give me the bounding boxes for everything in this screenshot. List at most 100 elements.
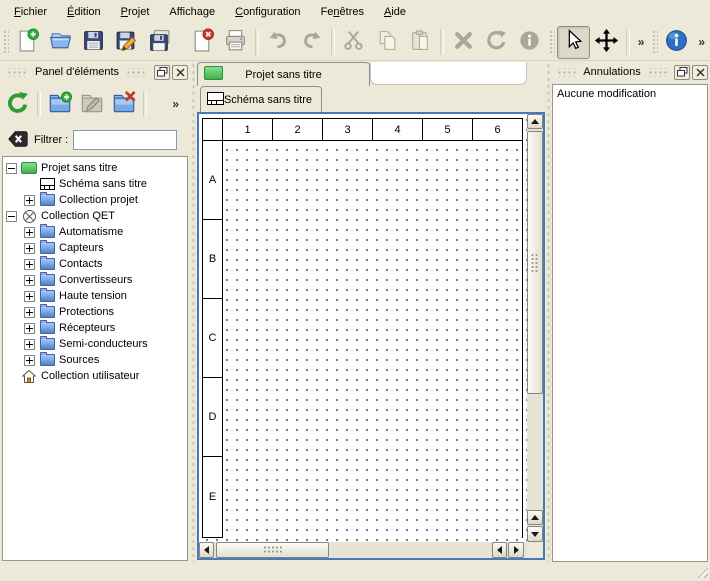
float-button[interactable] (154, 65, 170, 80)
expand-icon[interactable] (24, 243, 35, 254)
float-button[interactable] (674, 65, 690, 80)
scroll-down-button[interactable] (527, 526, 543, 542)
frame-corner-cell (202, 118, 223, 141)
project-tab[interactable]: Projet sans titre (197, 62, 370, 86)
expand-icon[interactable] (24, 227, 35, 238)
project-icon (204, 66, 223, 83)
info-button[interactable] (513, 26, 546, 59)
toolbar-overflow-button[interactable]: » (633, 35, 650, 49)
menu-edition[interactable]: Édition (57, 2, 111, 22)
tree-item-projet-sans-titre[interactable]: Projet sans titre (3, 160, 187, 176)
tree-item-haute-tension[interactable]: Haute tension (3, 288, 187, 304)
right-splitter[interactable] (545, 62, 551, 562)
new-category-button[interactable] (44, 88, 76, 120)
move-tool-button[interactable] (590, 26, 623, 59)
close-panel-button[interactable] (172, 65, 188, 80)
expand-icon[interactable] (24, 291, 35, 302)
about-button[interactable] (660, 26, 693, 59)
menu-configuration[interactable]: Configuration (225, 2, 310, 22)
expand-icon[interactable] (24, 355, 35, 366)
toolbar-grip[interactable] (548, 29, 555, 55)
delete-category-icon (111, 90, 137, 119)
delete-button[interactable] (447, 26, 480, 59)
close-panel-button[interactable] (692, 65, 708, 80)
resize-grip[interactable] (695, 565, 708, 578)
save-icon (81, 28, 106, 56)
print-button[interactable] (219, 26, 252, 59)
save-as-button[interactable] (110, 26, 143, 59)
scroll-up-button[interactable] (527, 114, 543, 129)
expand-icon[interactable] (24, 339, 35, 350)
copy-button[interactable] (371, 26, 404, 59)
reload-collections-button[interactable] (2, 88, 34, 120)
expand-icon[interactable] (24, 323, 35, 334)
menu-projet[interactable]: Projet (111, 2, 160, 22)
undo-panel-titlebar[interactable]: Annulations (552, 62, 708, 82)
toolbar-separator (37, 91, 41, 117)
diagram-icon (39, 177, 55, 191)
close-file-button[interactable] (186, 26, 219, 59)
tree-item-protections[interactable]: Protections (3, 304, 187, 320)
folder-icon (39, 321, 55, 335)
vertical-scroll-thumb[interactable] (527, 131, 543, 394)
save-button[interactable] (77, 26, 110, 59)
tree-item-schema-sans-titre[interactable]: Schéma sans titre (3, 176, 187, 192)
collapse-icon[interactable] (6, 211, 17, 222)
undo-list-item[interactable]: Aucune modification (553, 85, 707, 103)
undo-button[interactable] (262, 26, 295, 59)
expand-icon[interactable] (24, 275, 35, 286)
horizontal-scrollbar[interactable] (199, 542, 527, 558)
menu-aide[interactable]: Aide (374, 2, 416, 22)
toolbar-grip[interactable] (2, 29, 9, 55)
open-button[interactable] (44, 26, 77, 59)
tree-item-automatisme[interactable]: Automatisme (3, 224, 187, 240)
paste-button[interactable] (404, 26, 437, 59)
clear-filter-icon[interactable] (7, 129, 29, 152)
delete-category-button[interactable] (108, 88, 140, 120)
tree-item-convertisseurs[interactable]: Convertisseurs (3, 272, 187, 288)
menu-fichier[interactable]: Fichier (4, 2, 57, 22)
expand-icon[interactable] (24, 307, 35, 318)
scroll-right-button[interactable] (508, 542, 524, 558)
elements-panel-titlebar[interactable]: Panel d'éléments (2, 62, 188, 82)
collapse-icon[interactable] (6, 163, 17, 174)
redo-button[interactable] (295, 26, 328, 59)
menu-affichage[interactable]: Affichage (159, 2, 225, 22)
tree-item-collection-projet[interactable]: Collection projet (3, 192, 187, 208)
expand-icon[interactable] (24, 195, 35, 206)
rotate-button[interactable] (480, 26, 513, 59)
toolbar-overflow-button[interactable]: » (693, 35, 710, 49)
horizontal-scroll-thumb[interactable] (216, 542, 329, 558)
tree-item-collection-qet[interactable]: Collection QET (3, 208, 187, 224)
schema-tab[interactable]: Schéma sans titre (200, 86, 322, 112)
diagram-canvas[interactable]: 1 2 3 4 5 6 A B C D E (199, 114, 527, 542)
pointer-tool-button[interactable] (557, 26, 590, 59)
toolbar-grip[interactable] (651, 29, 658, 55)
save-all-button[interactable] (143, 26, 176, 59)
expand-icon[interactable] (24, 259, 35, 270)
qet-collection-icon (21, 209, 37, 223)
vertical-scrollbar[interactable] (527, 114, 543, 542)
tree-item-recepteurs[interactable]: Récepteurs (3, 320, 187, 336)
tree-item-contacts[interactable]: Contacts (3, 256, 187, 272)
panel-toolbar-overflow-button[interactable]: » (167, 97, 184, 111)
scroll-up-button-2[interactable] (527, 510, 543, 525)
toolbar-separator (440, 29, 444, 55)
filter-input[interactable] (73, 130, 177, 150)
row-header: B (202, 219, 223, 299)
cut-button[interactable] (338, 26, 371, 59)
folder-icon (39, 289, 55, 303)
edit-category-icon (79, 90, 105, 119)
elements-panel-title: Panel d'éléments (33, 66, 121, 78)
edit-category-button[interactable] (76, 88, 108, 120)
menu-fenetres[interactable]: Fenêtres (311, 2, 374, 22)
tree-item-collection-utilisateur[interactable]: Collection utilisateur (3, 368, 187, 384)
tree-item-semi-conducteurs[interactable]: Semi-conducteurs (3, 336, 187, 352)
scroll-left-button[interactable] (199, 542, 214, 558)
tree-item-sources[interactable]: Sources (3, 352, 187, 368)
new-document-button[interactable] (11, 26, 44, 59)
left-splitter[interactable] (190, 62, 196, 562)
arrow-right-icon (514, 546, 519, 554)
tree-item-capteurs[interactable]: Capteurs (3, 240, 187, 256)
scroll-left-button-2[interactable] (492, 542, 507, 558)
